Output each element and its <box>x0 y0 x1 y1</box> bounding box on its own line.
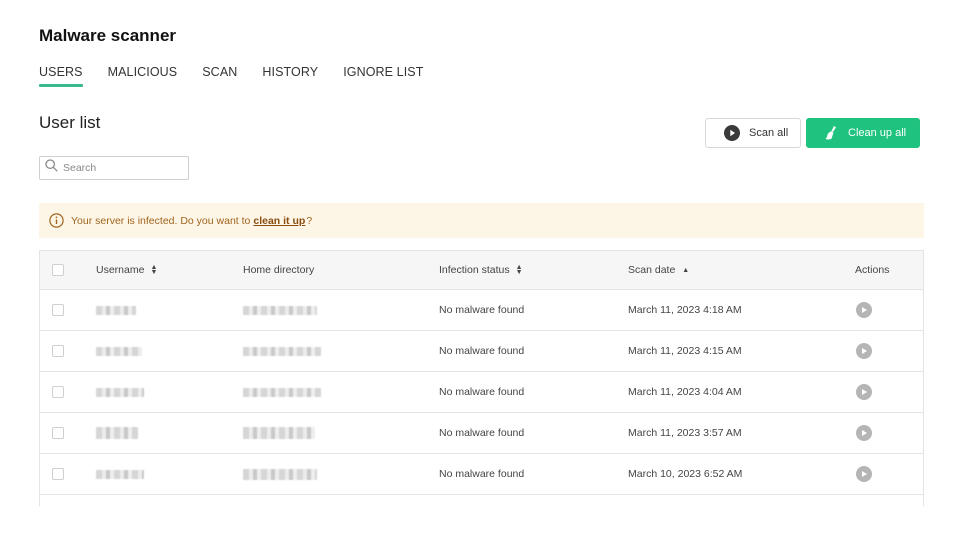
tab-users[interactable]: USERS <box>39 65 83 87</box>
search-box <box>39 156 189 180</box>
search-icon <box>45 159 58 177</box>
user-table: Username ▲ ▼ Home directory Infection sta… <box>39 250 924 506</box>
tab-scan[interactable]: SCAN <box>202 65 237 85</box>
scan-user-play-icon[interactable] <box>856 466 872 482</box>
scan-date: March 11, 2023 3:57 AM <box>628 427 742 439</box>
table-header: Username ▲ ▼ Home directory Infection sta… <box>40 251 923 290</box>
clean-up-all-button[interactable]: Clean up all <box>806 118 920 148</box>
tab-bar: USERS MALICIOUS SCAN HISTORY IGNORE LIST <box>39 65 448 87</box>
scan-date: March 11, 2023 4:18 AM <box>628 304 742 316</box>
table-row: No malware found March 10, 2023 6:52 AM <box>40 454 923 495</box>
clean-up-all-label: Clean up all <box>848 127 907 139</box>
column-username[interactable]: Username ▲ ▼ <box>96 251 157 289</box>
home-directory-redacted <box>243 305 317 315</box>
home-directory-redacted <box>243 346 321 356</box>
username-redacted <box>96 346 142 356</box>
row-checkbox[interactable] <box>52 427 64 439</box>
alert-suffix: ? <box>306 214 313 227</box>
column-home-directory: Home directory <box>243 264 315 276</box>
scan-all-button[interactable]: Scan all <box>705 118 801 148</box>
row-checkbox[interactable] <box>52 386 64 398</box>
infection-status: No malware found <box>439 304 525 316</box>
table-row: No malware found March 11, 2023 4:04 AM <box>40 372 923 413</box>
scan-date: March 11, 2023 4:15 AM <box>628 345 742 357</box>
row-checkbox[interactable] <box>52 468 64 480</box>
row-checkbox[interactable] <box>52 345 64 357</box>
infection-status: No malware found <box>439 427 525 439</box>
username-redacted <box>96 387 144 397</box>
broom-icon <box>823 125 839 141</box>
page-title: Malware scanner <box>39 26 177 45</box>
column-actions: Actions <box>855 264 890 276</box>
tab-malicious[interactable]: MALICIOUS <box>108 65 178 85</box>
infection-status: No malware found <box>439 468 525 480</box>
search-input[interactable] <box>63 162 173 174</box>
scan-date: March 11, 2023 4:04 AM <box>628 386 742 398</box>
scan-user-play-icon[interactable] <box>856 425 872 441</box>
infection-status: No malware found <box>439 345 525 357</box>
column-scan-date[interactable]: Scan date ▲ <box>628 251 689 289</box>
home-directory-redacted <box>243 427 315 439</box>
sort-ascending-icon: ▲ <box>682 266 690 274</box>
scan-date: March 10, 2023 6:52 AM <box>628 468 743 480</box>
info-icon <box>49 213 64 228</box>
sort-icon: ▲ ▼ <box>150 264 158 276</box>
home-directory-redacted <box>243 468 317 480</box>
scan-user-play-icon[interactable] <box>856 302 872 318</box>
play-circle-icon <box>724 125 740 141</box>
home-directory-redacted <box>243 387 321 397</box>
scan-user-play-icon[interactable] <box>856 384 872 400</box>
username-redacted <box>96 469 144 479</box>
scan-user-play-icon[interactable] <box>856 343 872 359</box>
section-title: User list <box>39 113 101 132</box>
table-row: No malware found March 11, 2023 4:15 AM <box>40 331 923 372</box>
sort-icon: ▲ ▼ <box>515 264 523 276</box>
row-checkbox[interactable] <box>52 304 64 316</box>
select-all-checkbox[interactable] <box>52 264 64 276</box>
tab-ignore-list[interactable]: IGNORE LIST <box>343 65 423 85</box>
alert-text: Your server is infected. Do you want to <box>71 214 251 227</box>
username-redacted <box>96 427 138 439</box>
scan-all-label: Scan all <box>749 127 789 139</box>
table-row: No malware found March 11, 2023 3:57 AM <box>40 413 923 454</box>
clean-it-up-link[interactable]: clean it up <box>253 215 305 227</box>
username-redacted <box>96 305 136 315</box>
table-row: No malware found March 11, 2023 4:18 AM <box>40 290 923 331</box>
column-infection-status[interactable]: Infection status ▲ ▼ <box>439 251 523 289</box>
tab-history[interactable]: HISTORY <box>262 65 318 85</box>
infection-alert: Your server is infected. Do you want to … <box>39 203 924 238</box>
infection-status: No malware found <box>439 386 525 398</box>
